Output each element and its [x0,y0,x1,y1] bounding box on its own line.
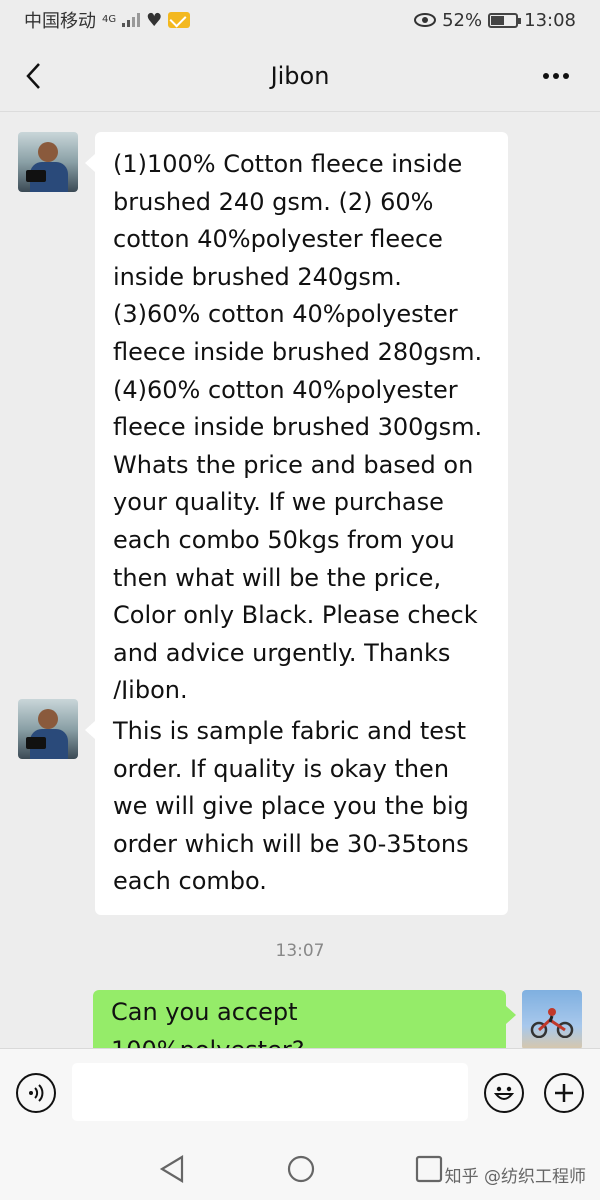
chat-title: Jibon [270,61,330,90]
voice-icon [29,1084,44,1102]
chevron-left-icon [26,63,40,89]
voice-input-button[interactable] [16,1073,56,1113]
message-list[interactable]: (1)100% Cotton fleece inside brushed 240… [0,112,600,1048]
message-text: (1)100% Cotton fleece inside brushed 240… [113,150,483,705]
system-back-icon[interactable] [156,1152,190,1186]
incoming-message[interactable]: This is sample fabric and test order. If… [85,699,508,915]
status-right: 52% 13:08 [414,10,576,31]
signal-icon [122,13,141,27]
watermark-text: 知乎 @纺织工程师 [444,1167,586,1187]
system-home-icon[interactable] [284,1152,318,1186]
incoming-message[interactable]: (1)100% Cotton fleece inside brushed 240… [85,132,508,724]
message-input[interactable] [72,1063,468,1121]
plus-icon [555,1084,573,1102]
system-recents-icon[interactable] [412,1152,446,1186]
dot-icon [553,73,559,79]
battery-icon [488,12,522,28]
message-notification-icon [168,12,191,28]
message-text: This is sample fabric and test order. If… [113,717,469,896]
input-bar [0,1048,600,1138]
message-text: Can you accept 100%polyester? [111,998,304,1048]
back-button[interactable] [16,58,52,94]
more-options-button[interactable] [536,58,576,94]
status-bar: 中国移动 4G ♥ 52% 13:08 [0,0,600,40]
network-type: 4G [102,14,117,25]
my-avatar[interactable] [522,990,582,1048]
system-nav-bar: 知乎 @纺织工程师 [0,1138,600,1200]
smiley-icon [493,1086,515,1100]
dot-icon [563,73,569,79]
contact-avatar[interactable] [18,699,78,759]
outgoing-message[interactable]: Can you accept 100%polyester? [93,990,516,1048]
more-actions-button[interactable] [544,1073,584,1113]
chat-header: Jibon [0,40,600,112]
clock: 13:08 [524,9,576,31]
dot-icon [543,73,549,79]
motocross-avatar-icon [530,1008,574,1038]
time-divider: 13:07 [275,941,325,961]
battery-percent: 52% [442,9,483,31]
emoji-button[interactable] [484,1073,524,1113]
carrier-label: 中国移动 [24,11,96,32]
eye-icon [414,13,437,27]
status-left: 中国移动 4G ♥ [24,7,191,33]
contact-avatar[interactable] [18,132,78,192]
health-icon: ♥ [146,9,163,31]
